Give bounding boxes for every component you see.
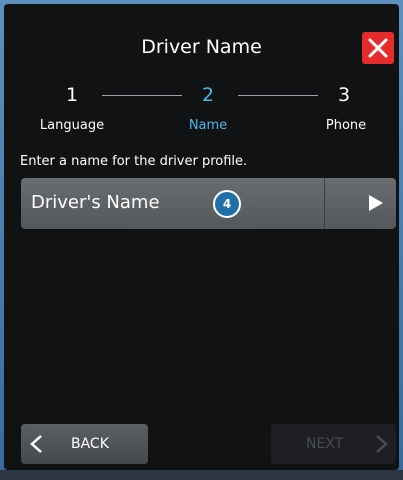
close-button[interactable] [362,32,394,64]
callout-badge: 4 [213,190,241,218]
next-label: NEXT [306,436,344,452]
page-title: Driver Name [141,36,262,58]
drivers-name-field[interactable]: Driver's Name [21,178,396,229]
step-3-number: 3 [337,84,351,106]
stepper: 1 2 3 Language Name Phone [4,84,399,136]
close-icon [368,38,388,58]
step-connector [102,95,182,96]
back-label: BACK [71,436,109,452]
step-1-number: 1 [65,84,79,106]
bottom-strip [0,470,403,480]
step-connector [238,95,318,96]
field-divider [324,178,325,229]
next-button: NEXT [271,424,396,464]
step-3-label: Phone [325,118,367,133]
instruction-text: Enter a name for the driver profile. [20,154,248,169]
step-2-label: Name [188,118,228,133]
step-2-number: 2 [201,84,215,106]
step-1-label: Language [39,118,105,133]
drivers-name-label: Driver's Name [31,192,160,213]
screen: Driver Name 1 2 3 Language Name Phone En… [4,4,399,470]
chevron-left-icon [30,435,42,453]
back-button[interactable]: BACK [21,424,148,464]
chevron-right-icon [376,435,388,453]
play-arrow-icon [369,195,383,211]
